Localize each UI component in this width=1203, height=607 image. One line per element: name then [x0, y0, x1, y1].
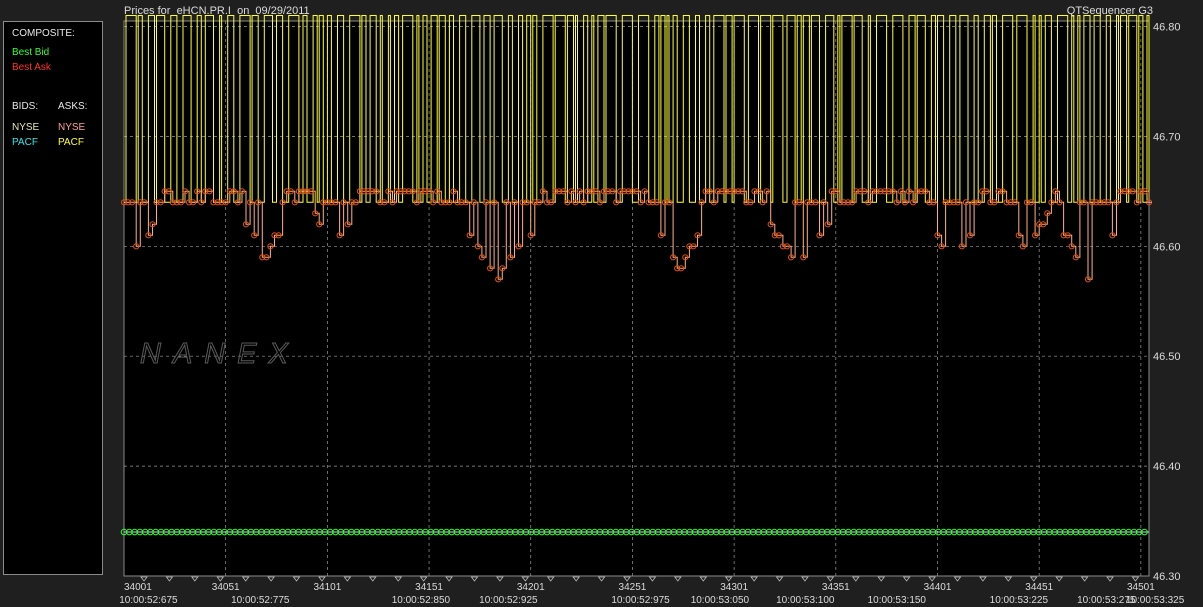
x-time-label: 10:00:52:775 [231, 595, 290, 606]
x-tick-marker [216, 576, 225, 582]
x-tick-marker [928, 576, 936, 582]
x-tick-marker [953, 576, 962, 582]
x-tick-marker [521, 576, 530, 582]
x-tick-marker [852, 576, 860, 582]
x-tick-marker [1004, 576, 1013, 582]
x-time-label: 10:00:53:100 [776, 595, 835, 606]
x-seq-label: 34301 [720, 582, 748, 593]
x-tick-marker [140, 576, 148, 582]
x-tick-marker [877, 576, 886, 582]
x-tick-marker [699, 576, 708, 582]
x-seq-label: 34351 [822, 582, 850, 593]
x-time-label: 10:00:52:925 [479, 595, 538, 606]
x-tick-marker [292, 576, 301, 582]
plot-area [123, 20, 1150, 577]
x-time-label: 10:00:53:225 [990, 595, 1049, 606]
y-tick-label: 46.50 [1153, 351, 1181, 363]
x-time-label: 10:00:52:675 [119, 595, 178, 606]
x-tick-marker [1029, 576, 1038, 582]
x-tick-marker [394, 576, 403, 582]
x-tick-marker [1080, 576, 1089, 582]
x-tick-marker [318, 576, 326, 582]
x-time-label: 10:00:52:975 [611, 595, 670, 606]
x-tick-marker [572, 576, 580, 582]
x-tick-marker [979, 576, 987, 582]
x-tick-marker [496, 576, 504, 582]
x-time-label: 10:00:53:325 [1126, 595, 1185, 606]
x-seq-label: 34251 [619, 582, 647, 593]
x-tick-marker [267, 576, 275, 582]
x-tick-marker [597, 576, 606, 582]
x-tick-marker [750, 576, 758, 582]
y-tick-label: 46.70 [1153, 131, 1181, 143]
watermark: NANEX [140, 338, 300, 370]
x-seq-label: 34001 [124, 582, 152, 593]
price-chart: NANEX 46.80 46.70 46.60 46.50 46.40 46.30 340… [119, 15, 1185, 606]
x-seq-label: 34501 [1127, 582, 1155, 593]
x-tick-marker [546, 576, 555, 582]
x-tick-marker [674, 576, 682, 582]
x-tick-marker [801, 576, 809, 582]
x-tick-marker [191, 576, 199, 582]
x-tick-marker [343, 576, 352, 582]
y-tick-label: 46.30 [1153, 571, 1181, 583]
x-tick-marker [648, 576, 657, 582]
x-tick-marker [775, 576, 784, 582]
x-seq-label: 34051 [212, 582, 240, 593]
x-tick-marker [419, 576, 428, 582]
x-seq-label: 34151 [415, 582, 443, 593]
x-tick-marker [1055, 576, 1063, 582]
x-tick-marker [1106, 576, 1114, 582]
x-tick-marker [368, 576, 377, 582]
y-tick-label: 46.60 [1153, 241, 1181, 253]
x-axis: 34001 34051 34101 34151 34201 34251 34301 34351… [119, 576, 1185, 606]
x-tick-marker [241, 576, 250, 582]
y-tick-label: 46.40 [1153, 461, 1181, 473]
x-time-label: 10:00:53:150 [868, 595, 927, 606]
x-tick-marker [724, 576, 733, 582]
x-seq-label: 34101 [313, 582, 341, 593]
x-time-label: 10:00:52:850 [392, 595, 451, 606]
x-seq-label: 34401 [924, 582, 952, 593]
x-seq-label: 34201 [517, 582, 545, 593]
y-tick-label: 46.80 [1153, 21, 1181, 33]
x-tick-marker [623, 576, 631, 582]
x-time-label: 10:00:53:050 [691, 595, 750, 606]
x-tick-marker [902, 576, 911, 582]
x-tick-marker [1131, 576, 1140, 582]
x-tick-marker [445, 576, 453, 582]
y-axis: 46.80 46.70 46.60 46.50 46.40 46.30 [1153, 21, 1181, 583]
x-tick-marker [826, 576, 835, 582]
x-seq-label: 34451 [1025, 582, 1053, 593]
x-tick-marker [165, 576, 174, 582]
x-tick-marker [470, 576, 479, 582]
